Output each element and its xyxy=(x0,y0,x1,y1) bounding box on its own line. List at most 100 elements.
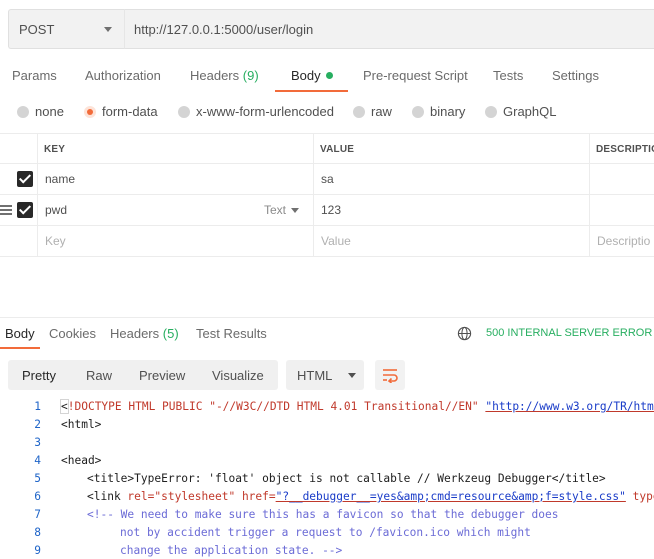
radio-form-data[interactable]: form-data xyxy=(84,104,158,119)
format-select[interactable]: HTML xyxy=(286,360,364,390)
tab-headers-count: (9) xyxy=(242,68,259,83)
radio-raw[interactable]: raw xyxy=(353,104,392,119)
table-row-new: Key Value Descriptio xyxy=(0,226,654,257)
doctype-system-link[interactable]: "http://www.w3.org/TR/html4 xyxy=(485,400,654,413)
radio-circle xyxy=(17,105,29,118)
key-type-select[interactable]: Text xyxy=(264,195,300,225)
view-pretty-button[interactable]: Pretty xyxy=(22,368,56,383)
url-input[interactable]: http://127.0.0.1:5000/user/login xyxy=(124,9,654,49)
resp-tab-headers-count: (5) xyxy=(162,326,179,341)
view-visualize-button[interactable]: Visualize xyxy=(212,368,264,383)
wrap-lines-icon xyxy=(383,369,398,383)
key-type-label: Text xyxy=(264,203,287,217)
radio-graphql-label: GraphQL xyxy=(503,104,557,119)
column-header-key: KEY xyxy=(44,143,66,155)
line-number: 5 xyxy=(34,472,41,485)
line-number: 9 xyxy=(34,544,41,557)
line-number: 6 xyxy=(34,490,41,503)
tab-headers-label: Headers xyxy=(190,68,240,83)
attr-rel-value: "stylesheet" xyxy=(154,490,236,503)
tab-tests[interactable]: Tests xyxy=(493,68,523,83)
code-line: 9 change the application state. --> xyxy=(0,544,654,559)
key-cell[interactable]: name xyxy=(45,164,75,194)
attr-href-link[interactable]: "?__debugger__=yes&amp;cmd=resource&amp;… xyxy=(276,490,626,503)
code-comment: change the application state. --> xyxy=(120,544,343,557)
radio-form-data-label: form-data xyxy=(102,104,158,119)
view-raw-button[interactable]: Raw xyxy=(86,368,112,383)
code-line: 6 <link rel="stylesheet" href="?__debugg… xyxy=(0,490,654,508)
column-header-description: DESCRIPTIO xyxy=(596,143,654,155)
radio-binary-label: binary xyxy=(430,104,466,119)
radio-urlencoded-label: x-www-form-urlencoded xyxy=(196,104,334,119)
description-placeholder[interactable]: Descriptio xyxy=(597,226,650,256)
active-tab-underline xyxy=(275,90,348,92)
code-text: <html> xyxy=(61,418,102,431)
url-text: http://127.0.0.1:5000/user/login xyxy=(134,21,314,37)
tab-body-label: Body xyxy=(291,68,321,83)
radio-urlencoded[interactable]: x-www-form-urlencoded xyxy=(178,104,334,119)
body-indicator-dot xyxy=(325,72,333,80)
radio-graphql[interactable]: GraphQL xyxy=(485,104,556,119)
attr-type: type= xyxy=(632,490,654,503)
row-enabled-checkbox[interactable] xyxy=(17,171,33,187)
row-enabled-checkbox[interactable] xyxy=(17,202,33,218)
column-header-value: VALUE xyxy=(320,143,355,155)
view-preview-button[interactable]: Preview xyxy=(139,368,185,383)
radio-binary[interactable]: binary xyxy=(412,104,465,119)
radio-circle xyxy=(178,105,190,118)
globe-icon[interactable] xyxy=(457,326,472,341)
code-line: 7 <!-- We need to make sure this has a f… xyxy=(0,508,654,526)
tab-authorization[interactable]: Authorization xyxy=(85,68,161,83)
code-line: 5 <title>TypeError: 'float' object is no… xyxy=(0,472,654,490)
radio-none-label: none xyxy=(35,104,64,119)
response-view-toolbar: Pretty Raw Preview Visualize xyxy=(8,360,278,390)
doctype-public-id: "-//W3C//DTD HTML 4.01 Transitional//EN" xyxy=(209,400,479,413)
response-status[interactable]: 500 INTERNAL SERVER ERROR xyxy=(486,327,652,339)
link-open-tag: <link xyxy=(87,490,128,503)
chevron-down-icon xyxy=(348,372,357,378)
resp-tab-cookies[interactable]: Cookies xyxy=(49,326,96,341)
attr-rel: rel= xyxy=(127,490,155,503)
radio-raw-label: raw xyxy=(371,104,392,119)
value-cell[interactable]: sa xyxy=(321,164,334,194)
drag-handle-icon[interactable] xyxy=(0,205,12,215)
radio-circle xyxy=(485,105,497,118)
table-row: name sa xyxy=(0,164,654,195)
key-cell[interactable]: pwd xyxy=(45,195,67,225)
title-text: TypeError: 'float' object is not callabl… xyxy=(134,472,552,485)
tab-headers[interactable]: Headers (9) xyxy=(190,68,259,83)
line-number: 4 xyxy=(34,454,41,467)
code-text: <link rel="stylesheet" href="?__debugger… xyxy=(87,490,654,503)
radio-none[interactable]: none xyxy=(17,104,64,119)
key-placeholder[interactable]: Key xyxy=(45,226,66,256)
resp-tab-headers[interactable]: Headers (5) xyxy=(110,326,179,341)
active-tab-underline xyxy=(0,347,40,349)
table-row: pwd Text 123 xyxy=(0,195,654,226)
title-close-tag: </title> xyxy=(551,472,606,485)
tab-settings[interactable]: Settings xyxy=(552,68,599,83)
tab-params[interactable]: Params xyxy=(12,68,57,83)
line-number: 3 xyxy=(34,436,41,449)
attr-href: href= xyxy=(235,490,276,503)
response-body-code[interactable]: 1 <!DOCTYPE HTML PUBLIC "-//W3C//DTD HTM… xyxy=(0,398,654,559)
form-data-table: KEY VALUE DESCRIPTIO name sa pwd Text 12… xyxy=(0,133,654,257)
wrap-lines-button[interactable] xyxy=(375,360,405,390)
code-text: <head> xyxy=(61,454,102,467)
code-comment: not by accident trigger a request to /fa… xyxy=(120,526,531,539)
resp-tab-body[interactable]: Body xyxy=(5,326,35,341)
body-type-options: none form-data x-www-form-urlencoded raw… xyxy=(0,104,654,122)
code-text: <!DOCTYPE HTML PUBLIC "-//W3C//DTD HTML … xyxy=(60,399,654,414)
value-cell[interactable]: 123 xyxy=(321,195,341,225)
method-select[interactable]: POST xyxy=(8,9,124,49)
radio-circle-selected xyxy=(84,105,96,118)
code-text: <title>TypeError: 'float' object is not … xyxy=(87,472,606,485)
value-placeholder[interactable]: Value xyxy=(321,226,351,256)
radio-circle xyxy=(353,105,365,118)
code-line: 8 not by accident trigger a request to /… xyxy=(0,526,654,544)
line-number: 2 xyxy=(34,418,41,431)
method-label: POST xyxy=(19,21,55,37)
code-line: 1 <!DOCTYPE HTML PUBLIC "-//W3C//DTD HTM… xyxy=(0,399,654,418)
resp-tab-test-results[interactable]: Test Results xyxy=(196,326,267,341)
tab-pre-request-script[interactable]: Pre-request Script xyxy=(363,68,468,83)
tab-body[interactable]: Body xyxy=(291,68,333,83)
